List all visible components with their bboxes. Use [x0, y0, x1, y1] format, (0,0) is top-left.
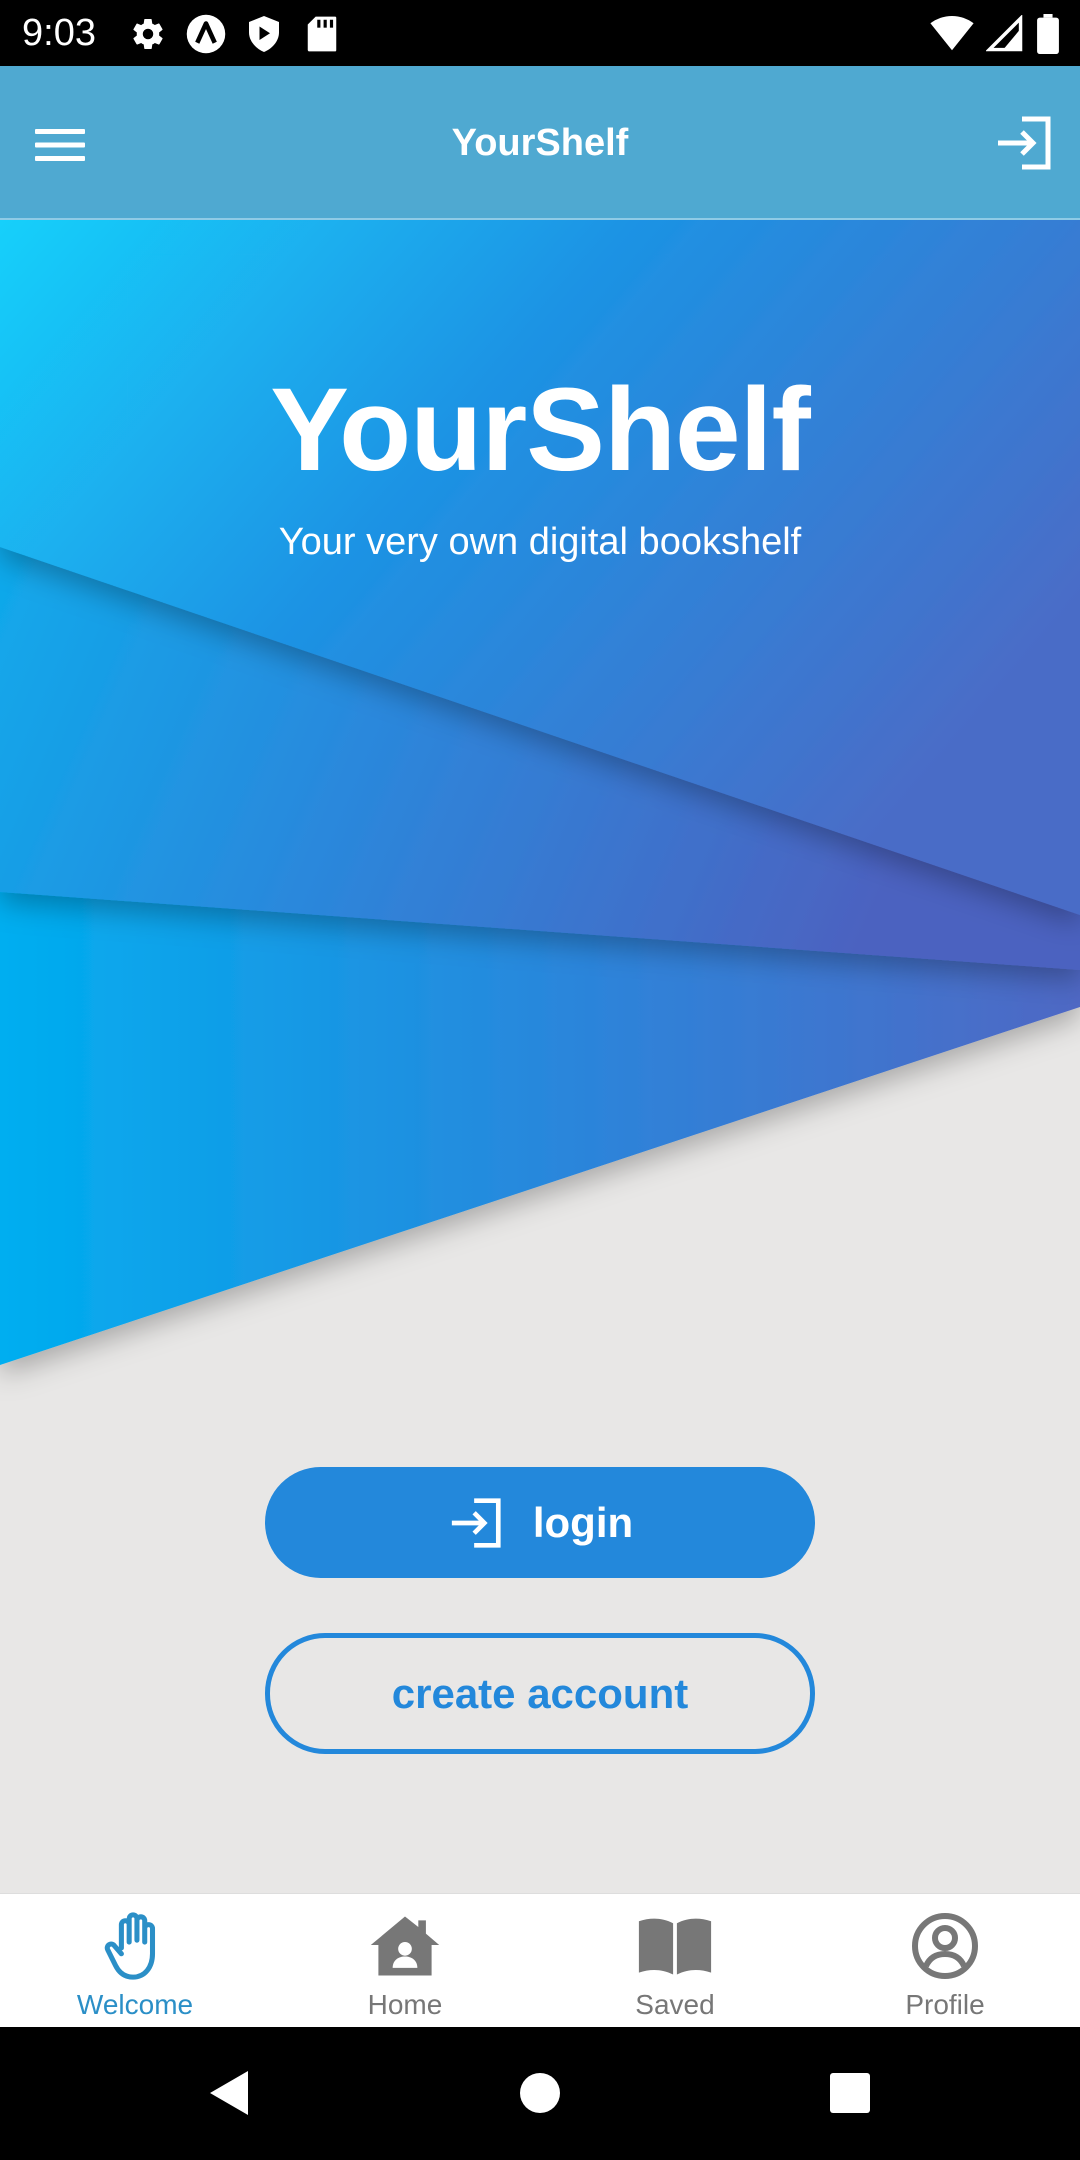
bottom-navigation: Welcome Home Saved Profile — [0, 1893, 1080, 2027]
status-bar: 9:03 — [0, 0, 1080, 66]
recents-button[interactable] — [814, 2057, 886, 2129]
status-notification-icons — [126, 12, 358, 56]
app-bar-title: YourShelf — [451, 122, 629, 164]
nav-item-welcome[interactable]: Welcome — [0, 1894, 270, 2027]
home-icon — [367, 1908, 443, 1984]
home-circle-icon — [520, 2073, 560, 2113]
status-system-icons — [918, 12, 1060, 56]
play-shield-icon — [242, 12, 286, 56]
nav-item-profile[interactable]: Profile — [810, 1894, 1080, 2027]
nav-label-welcome: Welcome — [76, 1989, 194, 2020]
login-icon — [447, 1494, 505, 1552]
hero-title: YourShelf — [270, 364, 811, 496]
nav-item-home[interactable]: Home — [270, 1894, 540, 2027]
nav-item-saved[interactable]: Saved — [540, 1894, 810, 2027]
login-button[interactable]: login — [265, 1467, 815, 1578]
create-account-button[interactable]: create account — [265, 1633, 815, 1754]
system-navigation-bar — [0, 2027, 1080, 2160]
home-system-button[interactable] — [504, 2057, 576, 2129]
nav-label-saved: Saved — [635, 1989, 715, 2020]
book-icon — [637, 1908, 713, 1984]
a-badge-icon — [184, 12, 228, 56]
nav-label-home: Home — [367, 1989, 443, 2020]
cell-signal-icon — [986, 12, 1024, 56]
back-icon — [210, 2071, 248, 2115]
app-bar-login-button[interactable] — [988, 107, 1060, 179]
nav-label-profile: Profile — [905, 1989, 985, 2020]
sd-card-icon — [300, 12, 344, 56]
create-account-button-label: create account — [391, 1669, 689, 1717]
recents-icon — [830, 2073, 870, 2113]
status-time: 9:03 — [22, 12, 96, 54]
profile-icon — [907, 1908, 983, 1984]
settings-icon — [126, 12, 170, 56]
hand-icon — [97, 1908, 173, 1984]
battery-icon — [1036, 12, 1060, 56]
login-icon — [998, 116, 1051, 170]
app-bar: YourShelf — [0, 66, 1080, 220]
hero-subtitle: Your very own digital bookshelf — [278, 521, 802, 563]
wifi-icon — [930, 12, 974, 56]
login-button-label: login — [532, 1498, 634, 1546]
back-button[interactable] — [192, 2057, 264, 2129]
